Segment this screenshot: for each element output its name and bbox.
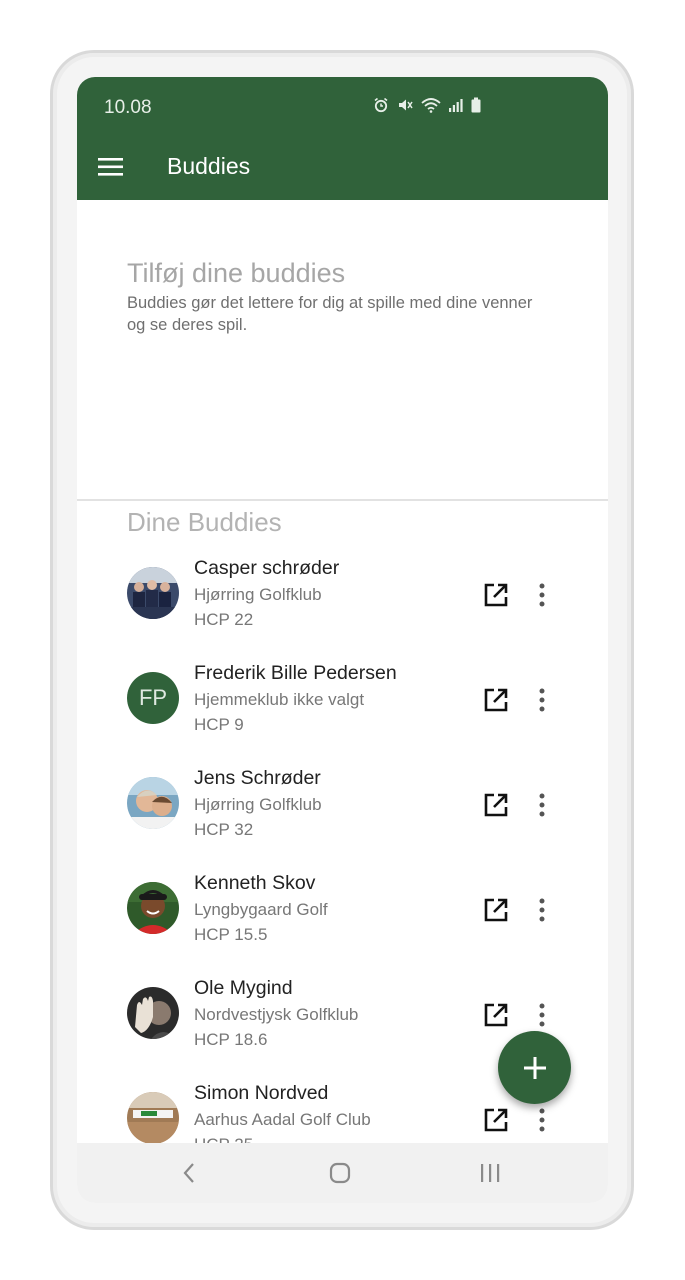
system-nav-bar [77,1143,608,1203]
more-vertical-icon [539,1108,545,1132]
open-external-icon [484,688,508,712]
section-title: Dine Buddies [127,507,282,537]
open-external-icon [484,793,508,817]
open-external-icon [484,898,508,922]
intro-title: Tilføj dine buddies [127,258,346,288]
buddy-name: Kenneth Skov [194,872,316,894]
avatar[interactable] [127,1092,179,1144]
home-icon [329,1162,351,1184]
intro-description: Buddies gør det lettere for dig at spill… [127,294,533,334]
more-options-button[interactable] [529,999,555,1031]
open-buddy-button[interactable] [480,579,512,611]
screen: 10.08 Buddies Tilføj dine buddies Buddie… [77,77,608,1203]
status-icons [373,97,481,113]
buddy-row[interactable]: Kenneth Skov Lyngbygaard Golf HCP 15.5 [77,870,608,975]
buddy-row[interactable]: FP Frederik Bille Pedersen Hjemmeklub ik… [77,660,608,765]
more-options-button[interactable] [529,579,555,611]
avatar-initials[interactable]: FP [127,672,179,724]
more-vertical-icon [539,793,545,817]
more-vertical-icon [539,898,545,922]
buddy-club: Lyngbygaard Golf [194,900,328,919]
open-external-icon [484,583,508,607]
more-vertical-icon [539,583,545,607]
open-buddy-button[interactable] [480,1104,512,1136]
mute-icon [397,97,413,113]
buddy-name: Casper schrøder [194,557,340,579]
more-vertical-icon [539,688,545,712]
divider [77,499,608,501]
avatar[interactable] [127,882,179,934]
buddy-club: Hjemmeklub ikke valgt [194,690,365,709]
back-button[interactable] [169,1157,209,1189]
open-buddy-button[interactable] [480,999,512,1031]
buddy-hcp: HCP 15.5 [194,925,268,944]
buddy-club: Hjørring Golfklub [194,585,322,604]
buddy-row[interactable]: Jens Schrøder Hjørring Golfklub HCP 32 [77,765,608,870]
add-buddy-button[interactable] [498,1031,571,1104]
page-title: Buddies [167,153,251,179]
buddy-name: Simon Nordved [194,1082,329,1104]
back-icon [183,1163,194,1183]
open-buddy-button[interactable] [480,684,512,716]
status-time: 10.08 [104,97,152,118]
app-bar: 10.08 Buddies [77,77,608,200]
open-buddy-button[interactable] [480,789,512,821]
more-options-button[interactable] [529,1104,555,1136]
buddy-hcp: HCP 22 [194,610,254,629]
buddy-name: Jens Schrøder [194,767,321,789]
buddy-row[interactable]: Casper schrøder Hjørring Golfklub HCP 22 [77,555,608,660]
more-options-button[interactable] [529,894,555,926]
open-external-icon [484,1108,508,1132]
more-vertical-icon [539,1003,545,1027]
buddy-name: Frederik Bille Pedersen [194,662,397,684]
home-button[interactable] [320,1157,360,1189]
buddy-club: Nordvestjysk Golfklub [194,1005,359,1024]
open-external-icon [484,1003,508,1027]
recent-apps-button[interactable] [470,1157,510,1189]
avatar[interactable] [127,567,179,619]
buddy-hcp: HCP 32 [194,820,254,839]
alarm-icon [373,97,389,113]
hamburger-menu-icon [98,158,123,176]
more-options-button[interactable] [529,684,555,716]
avatar[interactable] [127,777,179,829]
battery-icon [471,97,481,113]
signal-icon [449,97,463,113]
open-buddy-button[interactable] [480,894,512,926]
buddy-hcp: HCP 9 [194,715,244,734]
recent-apps-icon [481,1164,500,1182]
avatar[interactable] [127,987,179,1039]
buddy-hcp: HCP 18.6 [194,1030,268,1049]
buddy-name: Ole Mygind [194,977,293,999]
plus-icon [523,1056,546,1079]
buddy-club: Aarhus Aadal Golf Club [194,1110,371,1129]
wifi-icon [421,97,441,113]
buddy-club: Hjørring Golfklub [194,795,322,814]
intro-card: Tilføj dine buddies Buddies gør det lett… [77,200,608,498]
more-options-button[interactable] [529,789,555,821]
hamburger-menu-button[interactable] [93,149,129,185]
